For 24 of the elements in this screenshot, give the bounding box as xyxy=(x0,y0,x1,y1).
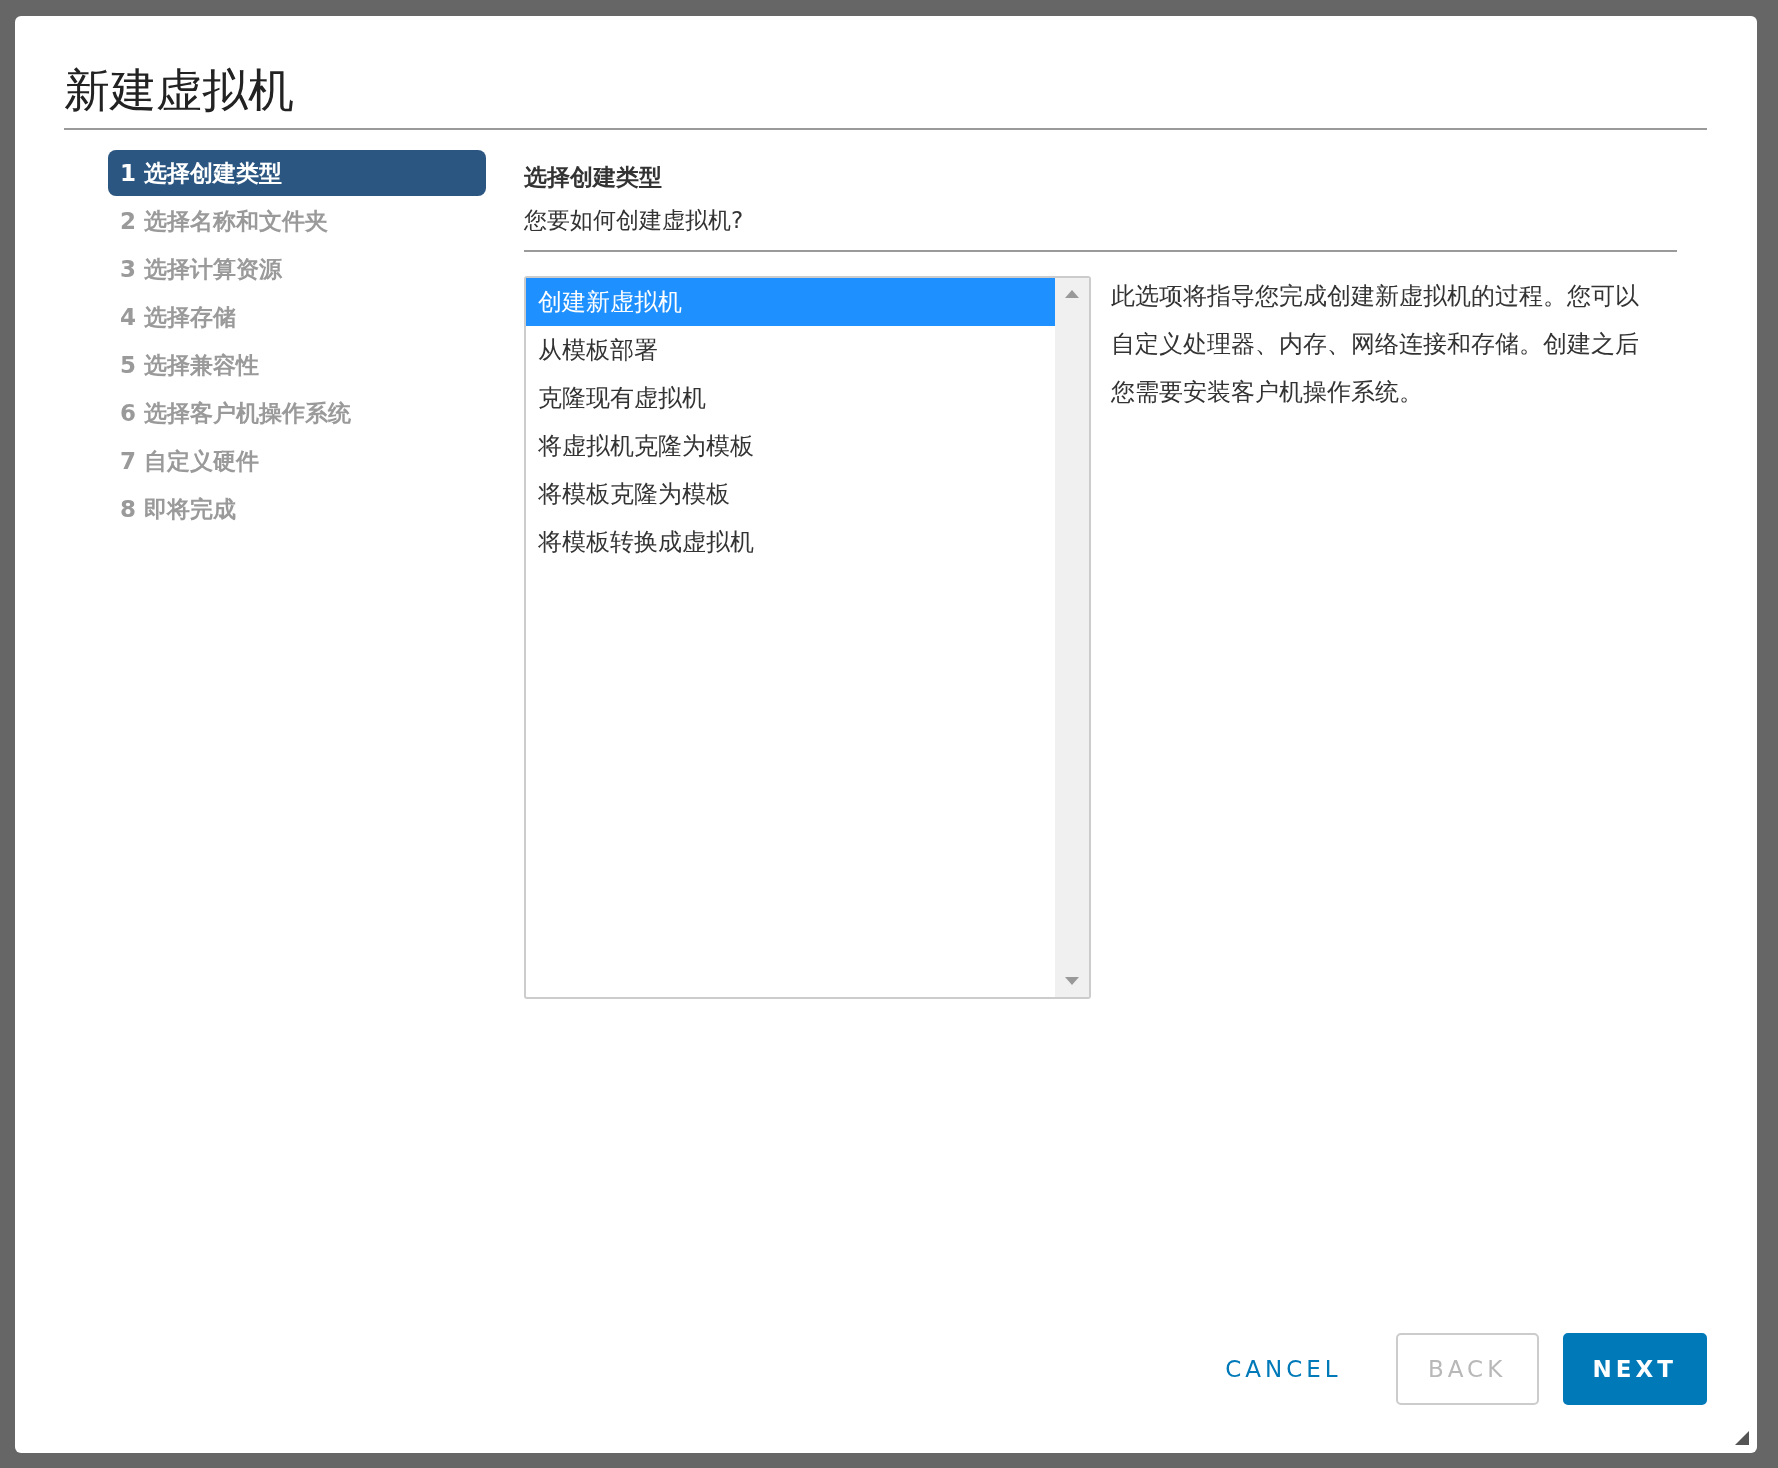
section-question: 您要如何创建虚拟机? xyxy=(524,205,1677,252)
option-description: 此选项将指导您完成创建新虚拟机的过程。您可以自定义处理器、内存、网络连接和存储。创建之后您需要安装客户机操作系统。 xyxy=(1111,281,1640,408)
section-heading: 选择创建类型 xyxy=(524,163,663,192)
wizard-step[interactable]: 4 选择存储 xyxy=(108,294,486,340)
wizard-step[interactable]: 6 选择客户机操作系统 xyxy=(108,390,486,436)
wizard-step[interactable]: 5 选择兼容性 xyxy=(108,342,486,388)
option-item[interactable]: 创建新虚拟机 xyxy=(526,278,1055,326)
option-item[interactable]: 将虚拟机克隆为模板 xyxy=(526,422,1055,470)
option-item[interactable]: 将模板克隆为模板 xyxy=(526,470,1055,518)
option-item[interactable]: 从模板部署 xyxy=(526,326,1055,374)
scroll-up-icon[interactable] xyxy=(1065,290,1079,298)
option-item[interactable]: 将模板转换成虚拟机 xyxy=(526,518,1055,566)
wizard-step[interactable]: 3 选择计算资源 xyxy=(108,246,486,292)
wizard-step[interactable]: 8 即将完成 xyxy=(108,486,486,532)
dialog-button[interactable]: CANCEL xyxy=(1195,1333,1372,1405)
option-item[interactable]: 克隆现有虚拟机 xyxy=(526,374,1055,422)
wizard-step[interactable]: 2 选择名称和文件夹 xyxy=(108,198,486,244)
scroll-down-icon[interactable] xyxy=(1065,977,1079,985)
wizard-step[interactable]: 1 选择创建类型 xyxy=(108,150,486,196)
resize-grip-icon[interactable] xyxy=(1735,1431,1749,1445)
wizard-step[interactable]: 7 自定义硬件 xyxy=(108,438,486,484)
scrollbar[interactable] xyxy=(1055,278,1089,997)
dialog-title: 新建虚拟机 xyxy=(64,60,1707,130)
dialog-button[interactable]: NEXT xyxy=(1562,1333,1707,1405)
